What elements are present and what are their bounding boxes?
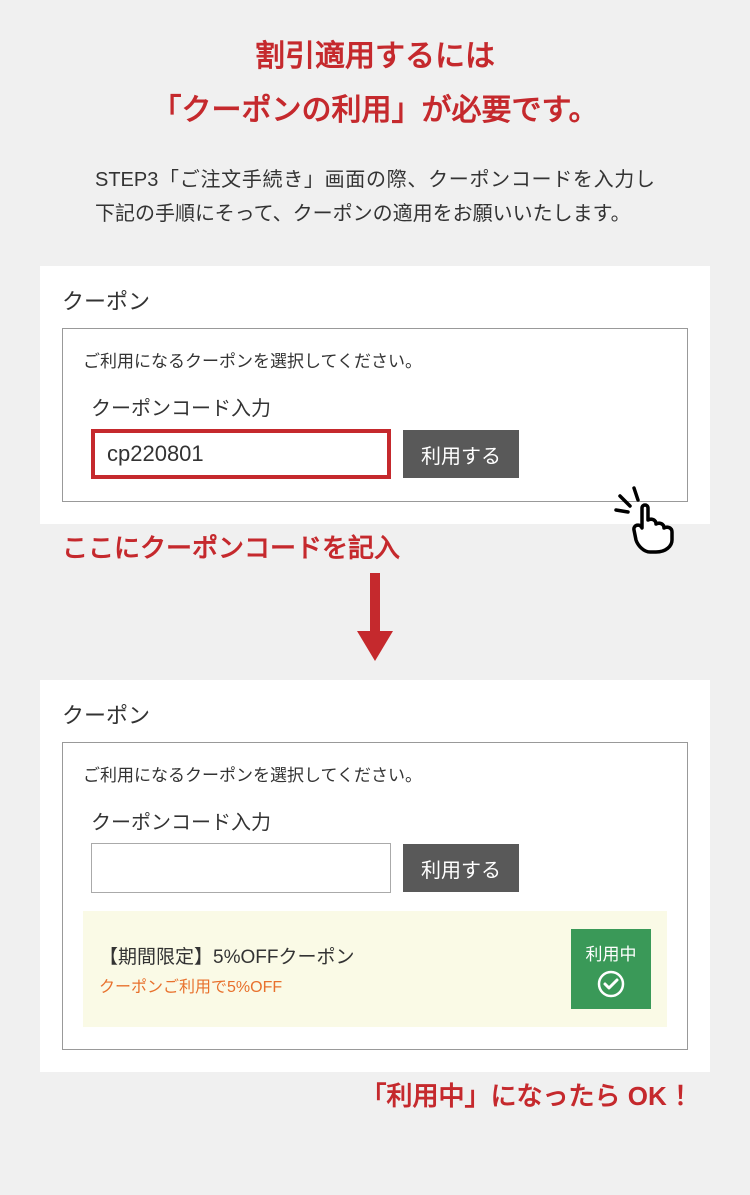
panel-hint: ご利用になるクーポンを選択してください。 <box>83 347 667 372</box>
heading-line1: 割引適用するには <box>255 40 495 73</box>
coupon-input-label: クーポンコード入力 <box>91 392 667 421</box>
main-heading: 割引適用するには 「クーポンの利用」が必要です。 <box>40 30 710 138</box>
pointer-hand-icon <box>612 484 682 554</box>
input-row: 利用する <box>91 843 667 893</box>
description-text: STEP3「ご注文手続き」画面の際、クーポンコードを入力し下記の手順にそって、ク… <box>40 163 710 231</box>
coupon-panel-after: クーポン ご利用になるクーポンを選択してください。 クーポンコード入力 利用する… <box>40 680 710 1072</box>
coupon-input-label: クーポンコード入力 <box>91 806 667 835</box>
coupon-active-badge: 利用中 <box>571 929 651 1009</box>
annotation-confirmed: 「利用中」になったら OK ！ <box>40 1076 710 1113</box>
coupon-status-title: 【期間限定】5%OFFクーポン <box>99 942 354 969</box>
badge-label: 利用中 <box>586 940 637 965</box>
panel-title: クーポン <box>62 284 688 316</box>
input-row: 利用する <box>91 429 667 479</box>
heading-line2: 「クーポンの利用」が必要です。 <box>152 94 599 127</box>
status-text-block: 【期間限定】5%OFFクーポン クーポンご利用で5%OFF <box>99 942 354 997</box>
down-arrow-icon <box>40 573 710 668</box>
coupon-panel-before: クーポン ご利用になるクーポンを選択してください。 クーポンコード入力 利用する <box>40 266 710 524</box>
panel-hint: ご利用になるクーポンを選択してください。 <box>83 761 667 786</box>
apply-coupon-button[interactable]: 利用する <box>403 844 519 892</box>
coupon-status-area: 【期間限定】5%OFFクーポン クーポンご利用で5%OFF 利用中 <box>83 911 667 1027</box>
panel-title: クーポン <box>62 698 688 730</box>
panel-box: ご利用になるクーポンを選択してください。 クーポンコード入力 利用する 【期間限… <box>62 742 688 1050</box>
panel-box: ご利用になるクーポンを選択してください。 クーポンコード入力 利用する <box>62 328 688 502</box>
apply-coupon-button[interactable]: 利用する <box>403 430 519 478</box>
coupon-code-input[interactable] <box>91 843 391 893</box>
coupon-code-input[interactable] <box>91 429 391 479</box>
check-circle-icon <box>596 969 626 999</box>
annotation-enter-code: ここにクーポンコードを記入 <box>40 528 710 565</box>
coupon-status-sub: クーポンご利用で5%OFF <box>99 973 354 997</box>
